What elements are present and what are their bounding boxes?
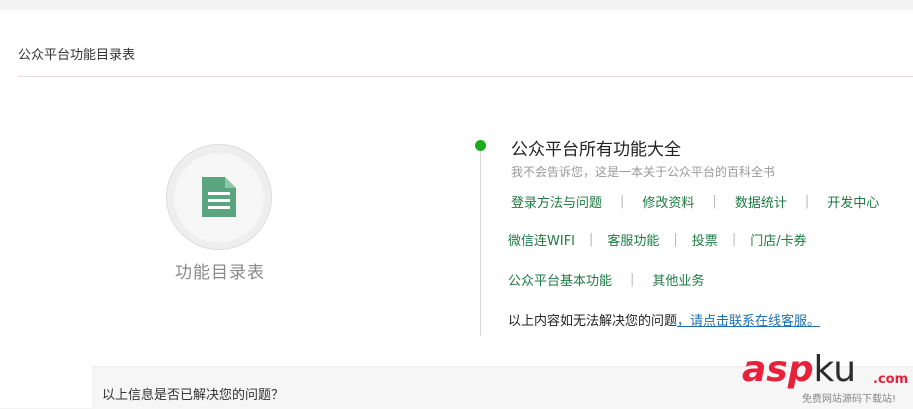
separator: | (589, 232, 594, 247)
link-basic-functions[interactable]: 公众平台基本功能 (508, 270, 612, 289)
help-text: 以上内容如无法解决您的问题，请点击联系在线客服。 (508, 310, 820, 329)
link-voting[interactable]: 投票 (692, 230, 718, 249)
link-row-2: 微信连WIFI | 客服功能 | 投票 | 门店/卡券 (508, 230, 807, 249)
document-icon (202, 177, 236, 217)
section-subtitle: 我不会告诉您，这是一本关于公众平台的百科全书 (511, 165, 776, 179)
link-dev-center[interactable]: 开发中心 (827, 192, 879, 211)
watermark-brand: aspku (742, 350, 856, 390)
link-customer-service[interactable]: 客服功能 (607, 230, 659, 249)
section-title: 公众平台所有功能大全 (511, 140, 681, 160)
link-edit-profile[interactable]: 修改资料 (642, 192, 694, 211)
timeline-line (480, 146, 481, 336)
link-wechat-wifi[interactable]: 微信连WIFI (508, 230, 575, 249)
link-stores-cards[interactable]: 门店/卡券 (750, 230, 806, 249)
separator: | (673, 232, 678, 247)
page-title: 公众平台功能目录表 (18, 48, 136, 63)
site-watermark-logo: aspku .com 免费网站源码下载站! (742, 350, 912, 408)
link-data-stats[interactable]: 数据统计 (735, 192, 787, 211)
help-text-label: 以上内容如无法解决您的问题 (508, 314, 678, 329)
separator: | (620, 194, 625, 209)
watermark-tagline: 免费网站源码下载站! (802, 394, 897, 405)
watermark-brand-b: ku (813, 349, 857, 390)
link-row-1: 登录方法与问题 | 修改资料 | 数据统计 | 开发中心 (511, 192, 879, 211)
link-other-business[interactable]: 其他业务 (652, 270, 704, 289)
catalog-label: 功能目录表 (175, 263, 265, 283)
feedback-question: 以上信息是否已解决您的问题？ (102, 388, 285, 403)
separator: | (731, 232, 737, 247)
title-divider (18, 76, 913, 77)
separator: | (630, 272, 635, 287)
separator: | (712, 194, 717, 209)
catalog-badge-inner (173, 151, 265, 243)
contact-support-link[interactable]: ，请点击联系在线客服。 (677, 314, 820, 329)
separator: | (804, 194, 810, 209)
watermark-domain: .com (873, 372, 909, 387)
timeline-dot (475, 140, 486, 151)
watermark-brand-a: asp (742, 349, 814, 390)
link-login-issues[interactable]: 登录方法与问题 (511, 192, 602, 211)
catalog-badge[interactable] (166, 144, 272, 250)
link-row-3: 公众平台基本功能 | 其他业务 (508, 270, 704, 289)
